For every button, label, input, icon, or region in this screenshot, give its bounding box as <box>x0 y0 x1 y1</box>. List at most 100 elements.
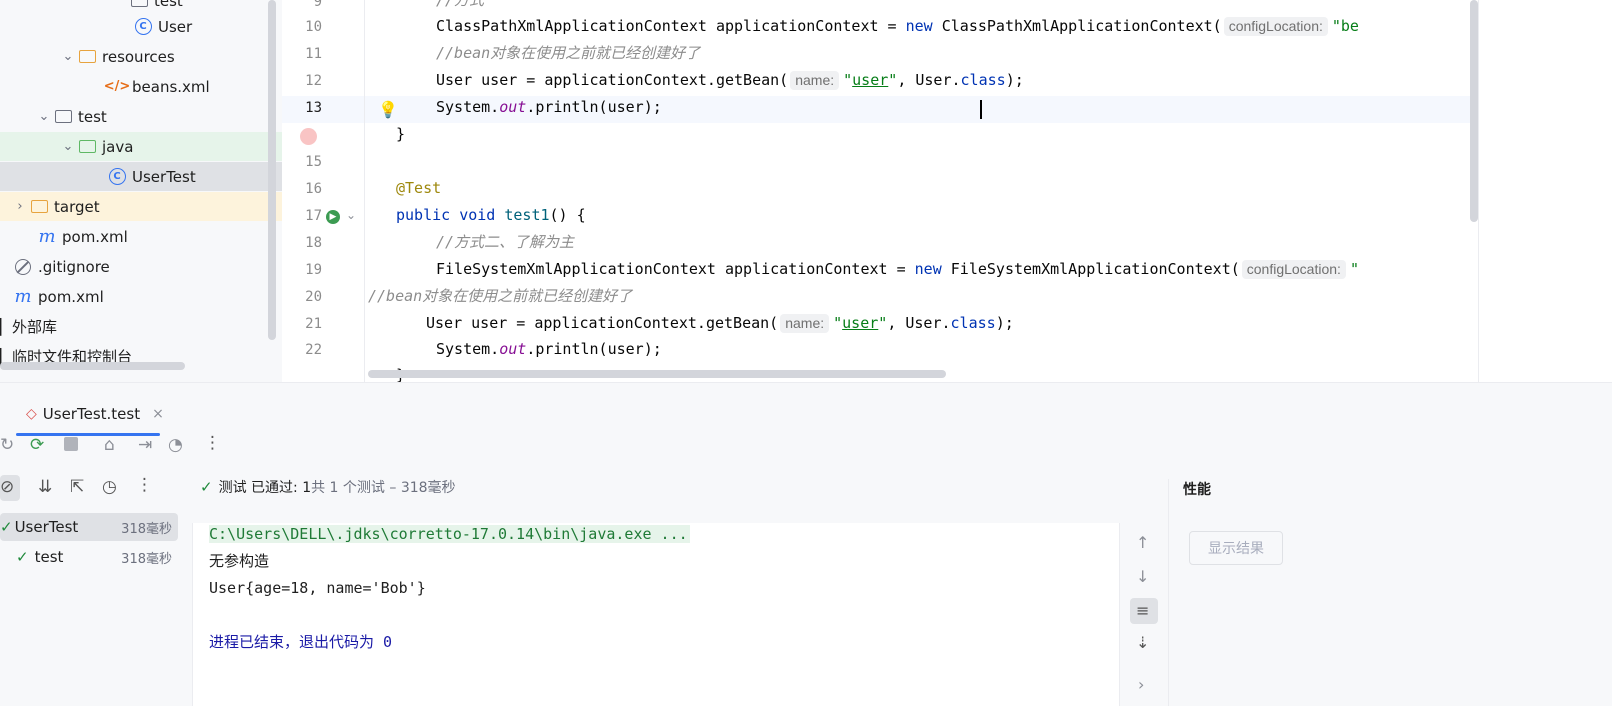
excluded-folder-icon <box>28 198 50 216</box>
lightbulb-icon[interactable]: 💡 <box>378 100 398 119</box>
line-number: 11 <box>305 46 322 62</box>
chevron-down-icon[interactable]: ⌄ <box>60 49 76 64</box>
code-line-9: //方式 <box>436 0 485 9</box>
close-icon[interactable]: × <box>152 406 164 422</box>
coverage-icon[interactable]: ◔ <box>168 435 183 455</box>
tree-item-resources[interactable]: ⌄ resources <box>0 42 282 71</box>
soft-wrap-icon[interactable]: ≡ <box>1136 601 1149 620</box>
resources-folder-icon <box>76 48 98 66</box>
collapse-all-icon[interactable]: ⇱ <box>70 477 84 497</box>
rerun-icon[interactable]: ↻ <box>0 435 14 455</box>
line-number: 17 <box>305 208 322 224</box>
library-icon: ▏ <box>0 317 12 336</box>
line-number: 9 <box>313 0 322 10</box>
code-editor[interactable]: 9 10 11 12 13 15 16 17 18 19 20 21 22 💡 … <box>282 0 1612 382</box>
code-line-11: //bean对象在使用之前就已经创建好了 <box>436 44 701 62</box>
text-caret <box>980 100 982 119</box>
export-icon[interactable]: ⇥ <box>138 435 152 455</box>
tree-item-gitignore[interactable]: .gitignore <box>0 252 278 281</box>
chevron-right-icon[interactable]: › <box>1138 675 1144 694</box>
show-results-button[interactable]: 显示结果 <box>1189 531 1283 565</box>
line-number: 19 <box>305 262 322 278</box>
filter-icon[interactable]: ⊘ <box>0 477 14 497</box>
gutter-divider <box>364 0 365 382</box>
code-line-19: FileSystemXmlApplicationContext applicat… <box>436 260 1359 279</box>
console-line: User{age=18, name='Bob'} <box>209 579 426 597</box>
scroll-down-icon[interactable]: ↓ <box>1136 567 1149 586</box>
code-line-17: public void test1() { <box>396 206 586 224</box>
param-hint: name: <box>780 314 830 333</box>
line-number: 16 <box>305 181 322 197</box>
editor-vertical-scrollbar[interactable] <box>1470 0 1478 222</box>
code-line-14: } <box>396 125 406 143</box>
editor-right-border <box>1478 0 1479 382</box>
breakpoint-icon[interactable] <box>300 128 317 145</box>
param-hint: configLocation: <box>1241 260 1346 279</box>
performance-panel: 性能 显示结果 <box>1168 479 1612 706</box>
history-icon[interactable]: ◷ <box>102 477 117 497</box>
run-tool-window: ◇ UserTest.test × ↻ ⟳ ⌂ ⇥ ◔ ⋮ ⊘ ⇊ ⇱ ◷ ⋮ … <box>0 382 1612 706</box>
test-status-line: ✓ 测试 已通过: 1 共 1 个测试 – 318毫秒 <box>200 478 456 496</box>
run-test-icon[interactable]: ▶ <box>326 210 340 224</box>
param-hint: configLocation: <box>1223 17 1328 36</box>
code-line-20: //bean对象在使用之前就已经创建好了 <box>368 287 633 305</box>
maven-icon: m <box>38 226 56 247</box>
editor-horizontal-scrollbar[interactable] <box>368 370 946 378</box>
code-line-22: System.out.println(user); <box>436 340 662 358</box>
class-icon: C <box>132 18 154 36</box>
line-number: 15 <box>305 154 322 170</box>
more-options-icon[interactable]: ⋮ <box>204 433 221 453</box>
fold-chevron-icon[interactable]: ⌄ <box>346 208 356 222</box>
test-results-tree: ✓ UserTest 318毫秒 ✓ test 318毫秒 <box>0 513 192 706</box>
test-row-test[interactable]: ✓ test 318毫秒 <box>0 543 178 571</box>
stop-icon[interactable] <box>64 437 78 451</box>
maven-icon: m <box>14 286 32 307</box>
tree-item-beans-xml[interactable]: </> beans.xml <box>0 72 282 101</box>
scroll-to-end-icon[interactable]: ⇣ <box>1136 633 1149 652</box>
chevron-down-icon[interactable]: ⌄ <box>60 139 76 154</box>
tree-item-pom-xml-root[interactable]: m pom.xml <box>0 282 278 311</box>
camera-icon[interactable]: ⌂ <box>104 435 115 455</box>
tree-item-pom-xml-module[interactable]: m pom.xml <box>0 222 282 251</box>
rerun-failed-icon[interactable]: ⟳ <box>30 435 44 455</box>
tree-horizontal-scrollbar[interactable] <box>0 362 185 370</box>
test-source-folder-icon <box>76 138 98 156</box>
sort-icon[interactable]: ⇊ <box>38 477 52 497</box>
test-row-usertest[interactable]: ✓ UserTest 318毫秒 <box>0 513 178 541</box>
tree-vertical-scrollbar[interactable] <box>268 0 276 340</box>
tree-item-user-class[interactable]: C User <box>0 12 282 41</box>
check-icon: ✓ <box>16 548 29 566</box>
chevron-down-icon[interactable]: ⌄ <box>36 109 52 124</box>
check-icon: ✓ <box>0 518 13 536</box>
line-number: 10 <box>305 19 322 35</box>
performance-title: 性能 <box>1183 482 1211 498</box>
code-line-13: System.out.println(user); <box>436 98 662 116</box>
tree-item-usertest[interactable]: C UserTest <box>0 162 282 191</box>
ignore-file-icon <box>12 258 34 276</box>
console-output[interactable]: C:\Users\DELL\.jdks\corretto-17.0.14\bin… <box>192 523 1120 706</box>
code-line-16: @Test <box>396 179 442 197</box>
code-line-12: User user = applicationContext.getBean(n… <box>436 71 1024 90</box>
param-hint: name: <box>790 71 840 90</box>
tree-item-test-folder-2[interactable]: ⌄ test <box>0 102 282 131</box>
code-line-10: ClassPathXmlApplicationContext applicati… <box>436 17 1359 36</box>
line-number: 20 <box>305 289 322 305</box>
tree-item-external-libraries[interactable]: ▏ 外部库 <box>0 312 266 341</box>
chevron-right-icon[interactable]: › <box>12 199 28 214</box>
more-options-icon[interactable]: ⋮ <box>136 475 153 495</box>
folder-icon <box>52 108 74 126</box>
console-command-line: C:\Users\DELL\.jdks\corretto-17.0.14\bin… <box>209 525 690 543</box>
folder-icon <box>128 0 150 10</box>
project-tree: test C User ⌄ resources </> beans.xml ⌄ … <box>0 0 282 382</box>
code-line-21: User user = applicationContext.getBean(n… <box>426 314 1014 333</box>
tree-item-target[interactable]: › target <box>0 192 282 221</box>
line-number: 21 <box>305 316 322 332</box>
code-line-18: //方式二、了解为主 <box>436 233 575 251</box>
tab-run-usertest[interactable]: ◇ UserTest.test × <box>26 403 164 425</box>
tree-item-java[interactable]: ⌄ java <box>0 132 282 161</box>
scroll-up-icon[interactable]: ↑ <box>1136 533 1149 552</box>
xml-file-icon: </> <box>103 79 131 94</box>
test-class-icon: C <box>106 168 128 186</box>
check-icon: ✓ <box>200 478 213 496</box>
line-number: 12 <box>305 73 322 89</box>
